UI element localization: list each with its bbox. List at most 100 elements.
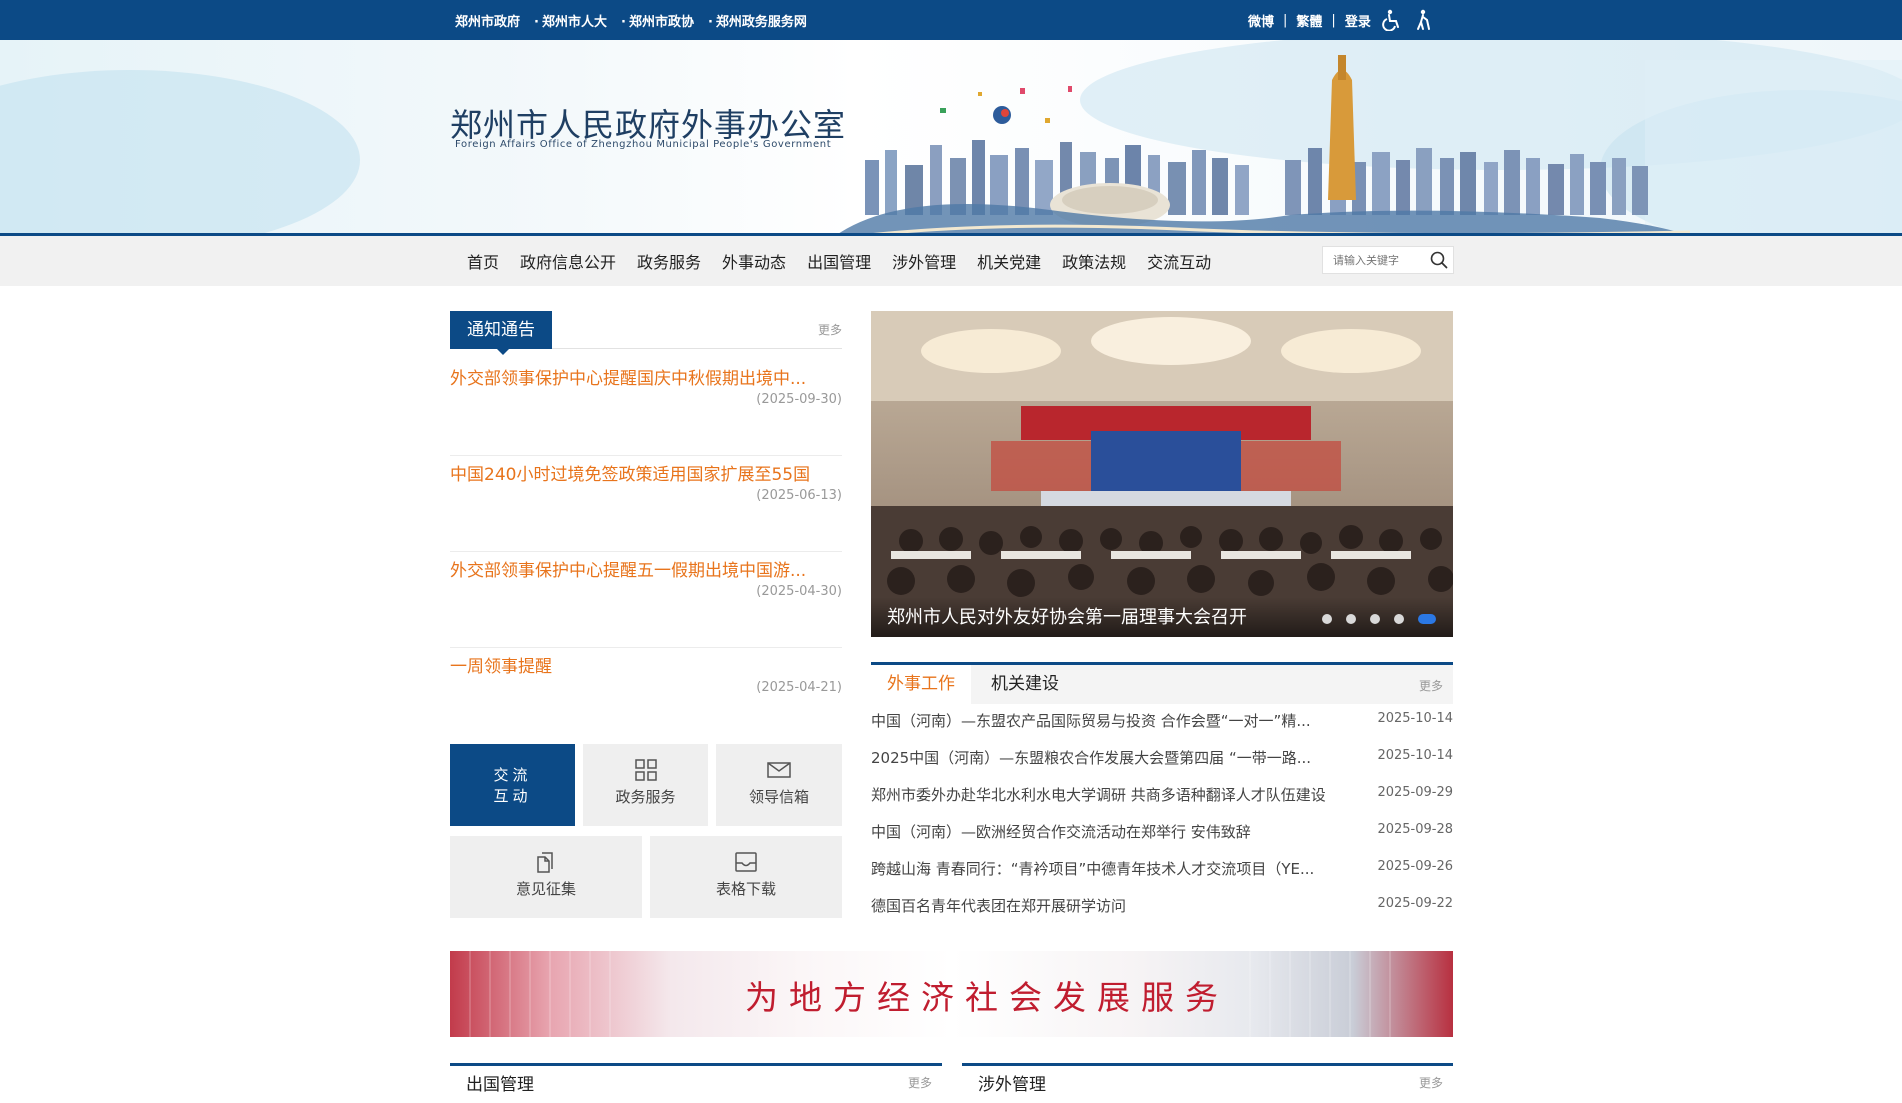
- news-date: 2025-09-22: [1377, 896, 1453, 911]
- panel-title[interactable]: 涉外管理: [978, 1070, 1046, 1095]
- notice-title[interactable]: 一周领事提醒: [450, 652, 842, 677]
- panel-title[interactable]: 出国管理: [466, 1070, 534, 1095]
- tile-interaction-line1: 交流: [493, 766, 532, 784]
- search-box: [1322, 246, 1454, 274]
- notice-item[interactable]: 中国240小时过境免签政策适用国家扩展至55国 (2025-06-13): [450, 456, 842, 552]
- grid-icon: [634, 758, 658, 782]
- tile-leader-mailbox[interactable]: 领导信箱: [716, 744, 842, 826]
- site-subtitle: Foreign Affairs Office of Zhengzhou Muni…: [455, 139, 832, 150]
- carousel-photo: [871, 311, 1453, 637]
- panel-more-link[interactable]: 更多: [1419, 1074, 1443, 1091]
- nav-item-foreign-management[interactable]: 涉外管理: [892, 249, 956, 273]
- nav-item-home[interactable]: 首页: [467, 249, 499, 273]
- top-link-zz-gov[interactable]: 郑州市政府: [455, 11, 520, 30]
- tile-gov-service[interactable]: 政务服务: [583, 744, 708, 826]
- news-title[interactable]: 2025中国（河南）—东盟粮农合作发展大会暨第四届 “一带一路...: [871, 747, 1357, 768]
- news-carousel[interactable]: 郑州市人民对外友好协会第一届理事大会召开: [871, 311, 1453, 637]
- divider: |: [1283, 12, 1288, 28]
- notice-date: (2025-04-21): [756, 680, 842, 695]
- top-link-zz-cppcc[interactable]: · 郑州市政协: [621, 11, 694, 30]
- nav-item-exit-management[interactable]: 出国管理: [807, 249, 871, 273]
- news-title[interactable]: 跨越山海 青春同行：“青衿项目”中德青年技术人才交流项目（YE...: [871, 858, 1357, 879]
- carousel-dot[interactable]: [1346, 614, 1356, 624]
- news-date: 2025-09-28: [1377, 822, 1453, 837]
- search-input[interactable]: [1331, 251, 1427, 269]
- nav-item-gov-service[interactable]: 政务服务: [637, 249, 701, 273]
- nav-item-interaction[interactable]: 交流互动: [1147, 249, 1211, 273]
- nav-item-party-building[interactable]: 机关党建: [977, 249, 1041, 273]
- slogan-text: 为地方经济社会发展服务: [745, 978, 1229, 1017]
- carousel-dot[interactable]: [1322, 614, 1332, 624]
- traditional-chinese-link[interactable]: 繁體: [1296, 11, 1322, 30]
- inbox-icon: [733, 850, 759, 874]
- divider: |: [1331, 12, 1336, 28]
- tab-foreign-affairs-work[interactable]: 外事工作: [871, 665, 971, 704]
- news-date: 2025-09-29: [1377, 785, 1453, 800]
- news-row[interactable]: 德国百名青年代表团在郑开展研学访问 2025-09-22: [871, 889, 1453, 926]
- panel-foreign-management: 涉外管理 更多: [962, 1063, 1453, 1103]
- notice-date: (2025-04-30): [756, 584, 842, 599]
- top-link-zz-service[interactable]: · 郑州政务服务网: [708, 11, 807, 30]
- news-date: 2025-10-14: [1377, 748, 1453, 763]
- notices-header: 通知通告 更多: [450, 311, 842, 355]
- tile-gov-service-label: 政务服务: [615, 788, 676, 806]
- notice-date: (2025-06-13): [756, 488, 842, 503]
- wheelchair-accessibility-icon[interactable]: [1381, 9, 1403, 32]
- news-tabs-header: 外事工作 机关建设 更多: [871, 662, 1453, 704]
- news-title[interactable]: 德国百名青年代表团在郑开展研学访问: [871, 895, 1357, 916]
- tile-interaction-line2: 互动: [493, 787, 532, 805]
- news-row[interactable]: 郑州市委外办赴华北水利水电大学调研 共商多语种翻译人才队伍建设 2025-09-…: [871, 778, 1453, 815]
- panel-exit-management: 出国管理 更多: [450, 1063, 942, 1103]
- news-title[interactable]: 中国（河南）—东盟农产品国际贸易与投资 合作会暨“一对一”精...: [871, 710, 1357, 731]
- news-row[interactable]: 跨越山海 青春同行：“青衿项目”中德青年技术人才交流项目（YE... 2025-…: [871, 852, 1453, 889]
- news-row[interactable]: 2025中国（河南）—东盟粮农合作发展大会暨第四届 “一带一路... 2025-…: [871, 741, 1453, 778]
- news-date: 2025-09-26: [1377, 859, 1453, 874]
- notice-item[interactable]: 一周领事提醒 (2025-04-21): [450, 648, 842, 744]
- document-icon: [534, 850, 558, 874]
- main-nav: 首页 政府信息公开 政务服务 外事动态 出国管理 涉外管理 机关党建 政策法规 …: [0, 236, 1902, 286]
- tab-notices[interactable]: 通知通告: [450, 311, 552, 355]
- banner-cityscape-image: [0, 40, 1902, 236]
- notice-title[interactable]: 外交部领事保护中心提醒五一假期出境中国游...: [450, 556, 842, 581]
- news-title[interactable]: 中国（河南）—欧洲经贸合作交流活动在郑举行 安伟致辞: [871, 821, 1357, 842]
- news-row[interactable]: 中国（河南）—东盟农产品国际贸易与投资 合作会暨“一对一”精... 2025-1…: [871, 704, 1453, 741]
- top-links: 郑州市政府 · 郑州市人大 · 郑州市政协 · 郑州政务服务网: [455, 0, 807, 40]
- tab-organ-building[interactable]: 机关建设: [975, 665, 1075, 704]
- header-banner: 郑州市人民政府外事办公室 Foreign Affairs Office of Z…: [0, 40, 1902, 236]
- carousel-pagination: [1322, 614, 1436, 624]
- nav-item-policy[interactable]: 政策法规: [1062, 249, 1126, 273]
- news-title[interactable]: 郑州市委外办赴华北水利水电大学调研 共商多语种翻译人才队伍建设: [871, 784, 1357, 805]
- notice-title[interactable]: 中国240小时过境免签政策适用国家扩展至55国: [450, 460, 842, 485]
- news-date: 2025-10-14: [1377, 711, 1453, 726]
- notice-item[interactable]: 外交部领事保护中心提醒国庆中秋假期出境中... (2025-09-30): [450, 360, 842, 456]
- nav-item-foreign-news[interactable]: 外事动态: [722, 249, 786, 273]
- slogan-banner[interactable]: 为地方经济社会发展服务: [450, 951, 1453, 1037]
- tile-form-download[interactable]: 表格下载: [650, 836, 842, 918]
- login-link[interactable]: 登录: [1345, 11, 1371, 30]
- notices-more-link[interactable]: 更多: [818, 321, 842, 338]
- carousel-dot[interactable]: [1394, 614, 1404, 624]
- carousel-caption-text[interactable]: 郑州市人民对外友好协会第一届理事大会召开: [887, 603, 1247, 629]
- notice-date: (2025-09-30): [756, 392, 842, 407]
- nav-item-gov-info[interactable]: 政府信息公开: [520, 249, 616, 273]
- weibo-link[interactable]: 微博: [1248, 11, 1274, 30]
- tile-opinion-collection-label: 意见征集: [515, 880, 576, 898]
- tile-opinion-collection[interactable]: 意见征集: [450, 836, 642, 918]
- top-bar: 郑州市政府 · 郑州市人大 · 郑州市政协 · 郑州政务服务网 微博 | 繁體 | 登…: [0, 0, 1902, 40]
- notice-item[interactable]: 外交部领事保护中心提醒五一假期出境中国游... (2025-04-30): [450, 552, 842, 648]
- tile-interaction[interactable]: 交流 互动: [450, 744, 575, 826]
- elderly-mode-icon[interactable]: [1413, 9, 1435, 31]
- notice-title[interactable]: 外交部领事保护中心提醒国庆中秋假期出境中...: [450, 364, 842, 389]
- top-right-tools: 微博 | 繁體 | 登录: [1248, 0, 1435, 40]
- mail-icon: [766, 760, 792, 780]
- news-row[interactable]: 中国（河南）—欧洲经贸合作交流活动在郑举行 安伟致辞 2025-09-28: [871, 815, 1453, 852]
- nav-items: 首页 政府信息公开 政务服务 外事动态 出国管理 涉外管理 机关党建 政策法规 …: [455, 236, 1232, 286]
- carousel-dot[interactable]: [1418, 614, 1436, 624]
- top-link-zz-npc[interactable]: · 郑州市人大: [534, 11, 607, 30]
- carousel-dot[interactable]: [1370, 614, 1380, 624]
- news-more-link[interactable]: 更多: [1419, 677, 1443, 694]
- panel-more-link[interactable]: 更多: [908, 1074, 932, 1091]
- tile-form-download-label: 表格下载: [715, 880, 776, 898]
- search-icon[interactable]: [1429, 250, 1449, 270]
- tile-leader-mailbox-label: 领导信箱: [748, 788, 809, 806]
